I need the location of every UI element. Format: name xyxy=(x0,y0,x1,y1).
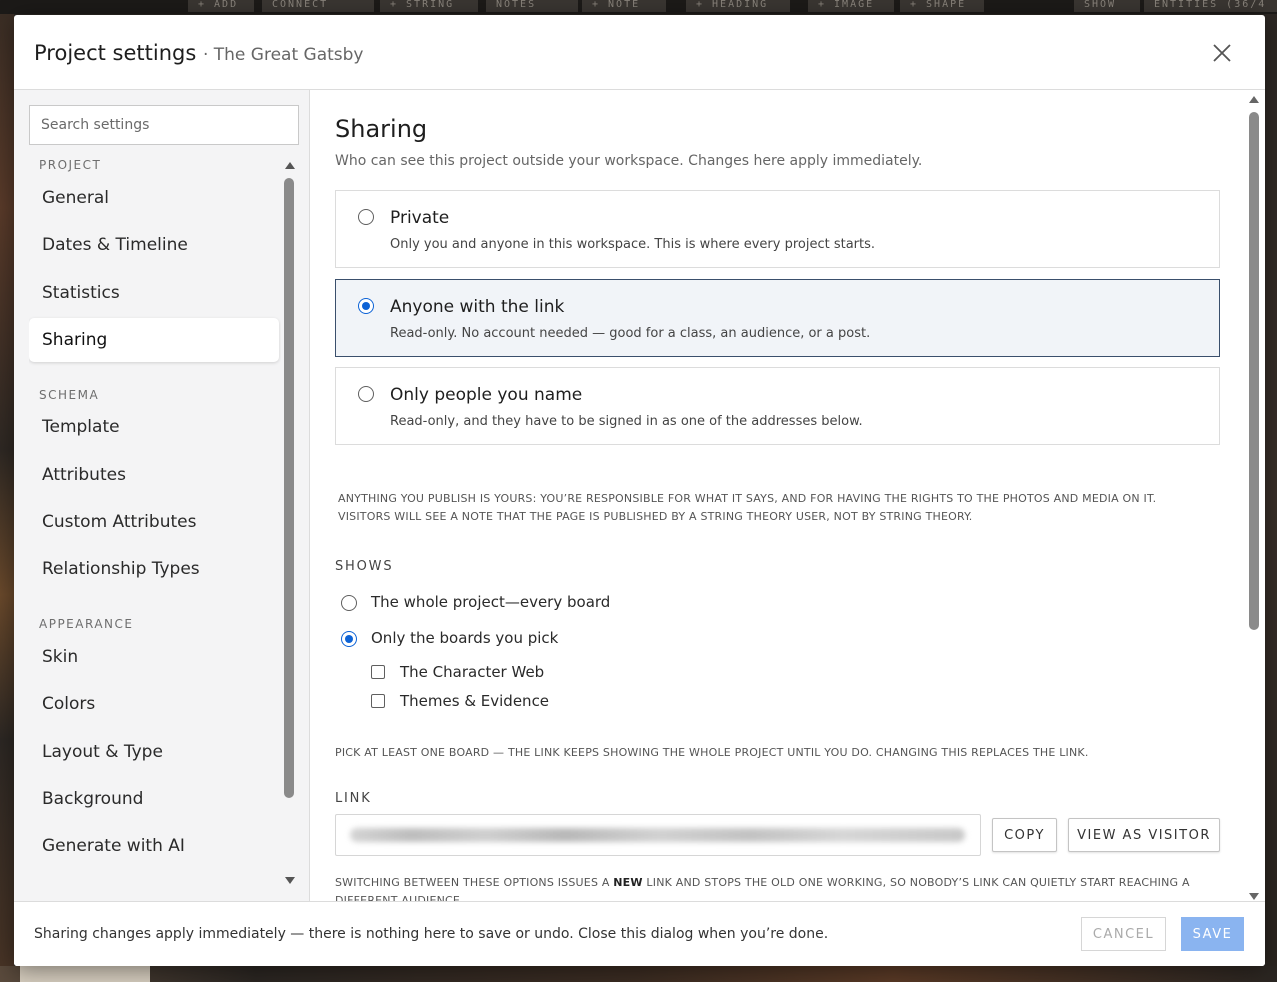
settings-nav: PROJECT General Dates & Timeline Statist… xyxy=(29,152,281,892)
scroll-down-arrow-icon[interactable] xyxy=(285,877,295,884)
nav-item-custom-attributes[interactable]: Custom Attributes xyxy=(29,500,279,544)
radio-whole-project[interactable] xyxy=(341,595,357,611)
option-link-title: Anyone with the link xyxy=(390,297,565,317)
option-private-radio-wrap xyxy=(358,209,374,225)
option-private-description: Only you and anyone in this workspace. T… xyxy=(390,237,876,252)
legal-line-1: Anything you publish is yours: you’re re… xyxy=(338,492,1157,505)
scroll-up-arrow-icon[interactable] xyxy=(285,162,295,169)
option-private[interactable]: Private Only you and anyone in this work… xyxy=(335,190,1220,268)
nav-item-layout-type[interactable]: Layout & Type xyxy=(29,730,279,774)
sidebar-scrollbar[interactable] xyxy=(284,162,296,884)
radio-anyone-with-link[interactable] xyxy=(358,298,374,314)
nav-item-dates-timeline[interactable]: Dates & Timeline xyxy=(29,223,279,267)
dialog-footer: Sharing changes apply immediately — ther… xyxy=(14,901,1265,966)
nav-item-skin[interactable]: Skin xyxy=(29,635,279,679)
copy-link-button[interactable]: COPY xyxy=(992,818,1057,852)
legal-line-2: Visitors will see a note that the page i… xyxy=(338,510,973,523)
option-private-title: Private xyxy=(390,208,450,228)
option-named-description: Read-only, and they have to be signed in… xyxy=(390,414,863,429)
close-icon xyxy=(1213,44,1231,62)
radio-picked-boards[interactable] xyxy=(341,631,357,647)
share-link-field[interactable] xyxy=(335,814,981,856)
close-button[interactable] xyxy=(1210,41,1234,65)
nav-section-appearance: APPEARANCE xyxy=(39,617,134,631)
checkbox-themes-evidence[interactable] xyxy=(371,694,385,708)
publish-responsibility-note: Anything you publish is yours: you’re re… xyxy=(338,490,1218,526)
bg-shape-chip: + SHAPE xyxy=(900,0,984,12)
settings-sidebar: PROJECT General Dates & Timeline Statist… xyxy=(14,90,310,901)
dialog-title: Project settings · The Great Gatsby xyxy=(34,41,364,65)
background-canvas-left xyxy=(0,14,14,982)
option-link-description: Read-only. No account needed — good for … xyxy=(390,326,871,341)
dialog-header: Project settings · The Great Gatsby xyxy=(14,15,1265,90)
dialog-title-text: Project settings xyxy=(34,41,197,65)
nav-item-attributes[interactable]: Attributes xyxy=(29,453,279,497)
nav-item-relationship-types[interactable]: Relationship Types xyxy=(29,547,279,591)
section-subtitle: Who can see this project outside your wo… xyxy=(335,153,923,169)
blurred-link-text xyxy=(350,828,965,842)
bg-connect-chip: CONNECT xyxy=(262,0,374,12)
option-link-radio-wrap xyxy=(358,298,374,314)
content-scroll-thumb[interactable] xyxy=(1249,112,1259,630)
dialog-project-name: · The Great Gatsby xyxy=(202,45,364,65)
nav-item-general[interactable]: General xyxy=(29,176,279,220)
footer-status-text: Sharing changes apply immediately — ther… xyxy=(34,926,829,942)
radio-private[interactable] xyxy=(358,209,374,225)
bg-show-chip: SHOW xyxy=(1074,0,1140,12)
background-note-card xyxy=(20,966,150,982)
option-named-radio-wrap xyxy=(358,386,374,402)
option-named-title: Only people you name xyxy=(390,385,583,405)
project-settings-dialog: Project settings · The Great Gatsby PROJ… xyxy=(14,15,1265,966)
board-themes-evidence-label: Themes & Evidence xyxy=(400,692,550,710)
radio-named-people[interactable] xyxy=(358,386,374,402)
bg-heading-chip: + HEADING xyxy=(686,0,790,12)
content-scrollbar[interactable] xyxy=(1247,96,1261,900)
sidebar-scroll-thumb[interactable] xyxy=(284,178,294,798)
section-title: Sharing xyxy=(335,115,428,143)
boards-hint: Pick at least one board — the link keeps… xyxy=(335,746,1089,759)
cancel-button[interactable]: CANCEL xyxy=(1081,917,1166,951)
nav-item-colors[interactable]: Colors xyxy=(29,682,279,726)
search-settings-input[interactable] xyxy=(29,105,299,145)
checkbox-character-web[interactable] xyxy=(371,665,385,679)
content-scroll-up-icon[interactable] xyxy=(1249,96,1259,103)
link-switch-note: Switching between these options issues a… xyxy=(335,874,1215,901)
background-canvas-bottom xyxy=(0,966,1277,982)
background-canvas-right xyxy=(1265,14,1277,982)
nav-item-background[interactable]: Background xyxy=(29,777,279,821)
bg-notes-chip: NOTES xyxy=(486,0,578,12)
option-named-people[interactable]: Only people you name Read-only, and they… xyxy=(335,367,1220,445)
background-toolbar: + ADD CONNECT + STRING NOTES + NOTE + HE… xyxy=(0,0,1277,14)
nav-section-schema: SCHEMA xyxy=(39,388,100,402)
bg-add-chip: + ADD xyxy=(188,0,254,12)
content-scroll-down-icon[interactable] xyxy=(1249,893,1259,900)
shows-label: SHOWS xyxy=(335,559,394,574)
view-as-visitor-button[interactable]: VIEW AS VISITOR xyxy=(1068,818,1220,852)
sharing-panel: Sharing Who can see this project outside… xyxy=(310,90,1265,901)
nav-section-project: PROJECT xyxy=(39,158,102,172)
link-label: LINK xyxy=(335,791,372,806)
nav-item-sharing[interactable]: Sharing xyxy=(29,318,279,362)
note-text-pre: Switching between these options issues a xyxy=(335,876,614,889)
bg-image-chip: + IMAGE xyxy=(808,0,894,12)
bg-note-chip: + NOTE xyxy=(582,0,666,12)
note-text-new: NEW xyxy=(613,876,643,889)
nav-item-template[interactable]: Template xyxy=(29,405,279,449)
bg-string-chip: + STRING xyxy=(380,0,478,12)
bg-entities-chip: ENTITIES (36/4 xyxy=(1144,0,1277,12)
nav-item-statistics[interactable]: Statistics xyxy=(29,271,279,315)
shows-whole-project-label: The whole project—every board xyxy=(371,593,611,611)
option-anyone-with-link[interactable]: Anyone with the link Read-only. No accou… xyxy=(335,279,1220,357)
board-character-web-label: The Character Web xyxy=(400,663,545,681)
nav-item-generate-with-ai[interactable]: Generate with AI xyxy=(29,824,279,868)
save-button[interactable]: SAVE xyxy=(1181,917,1244,951)
shows-picked-boards-label: Only the boards you pick xyxy=(371,629,559,647)
